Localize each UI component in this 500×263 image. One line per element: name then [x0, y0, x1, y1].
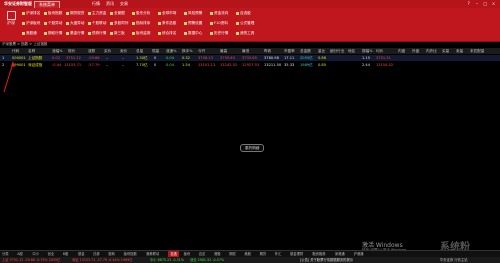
status-gem-index: 创业 2901.52 -0.57%: [190, 258, 224, 262]
status-notice[interactable]: [公告] 关于股票行情数据服务的提示: [300, 257, 353, 263]
annotation-arrow-icon: [3, 61, 15, 93]
status-sh-index: 上证 3751.12 -29.86 -0.79% 2055亿: [2, 258, 61, 262]
market-category-tabs: 分类 A股 中小 创业 B股 基金 债券 股转 板块指数 港美联动 自选 板块 自定 港股 期权 美股 期货 外汇…: [0, 250, 500, 257]
status-bar: 上证 3751.12 -29.86 -0.79% 2055亿 深证 13153.…: [0, 257, 500, 263]
order-detail-button[interactable]: 委托明细: [240, 144, 265, 152]
status-sme-index: 中小 8875.23 -0.31%: [150, 258, 184, 262]
status-server: 华安证券 行情主站: [440, 258, 468, 262]
status-sz-index: 深证 13153.71 -57.79 -0.44% 1989亿: [72, 258, 133, 262]
